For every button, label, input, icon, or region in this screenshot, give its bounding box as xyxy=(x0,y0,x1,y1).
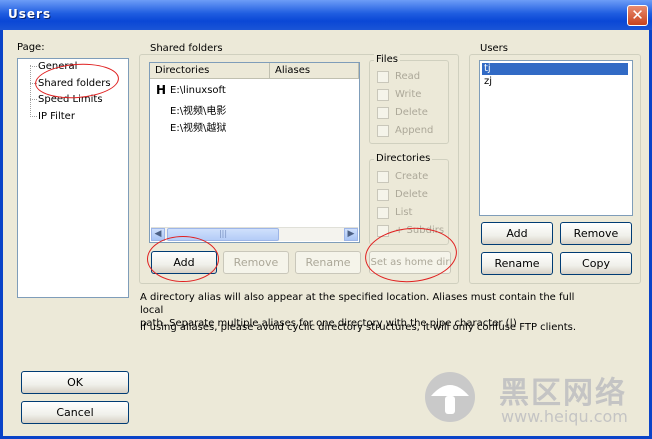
append-label: Append xyxy=(395,125,434,136)
tree-item-ip-filter[interactable]: IP Filter xyxy=(38,111,75,122)
delete-file-label: Delete xyxy=(395,107,428,118)
watermark-title: 黑区网络 xyxy=(499,376,627,411)
scroll-right-icon[interactable]: ▶ xyxy=(344,228,358,241)
rename-user-button[interactable]: Rename xyxy=(481,252,553,275)
remove-folder-button[interactable]: Remove xyxy=(223,251,289,274)
users-list[interactable]: tj zj xyxy=(479,60,633,216)
annotation-circle xyxy=(147,236,219,282)
page-label: Page: xyxy=(17,42,45,53)
directories-list[interactable]: Directories Aliases H E:\linuxsoft E:\视频… xyxy=(149,62,360,243)
dialog-client-area: Page: General Shared folders Speed Limit… xyxy=(3,30,649,436)
create-dir-checkbox[interactable] xyxy=(377,171,389,183)
list-label: List xyxy=(395,207,413,218)
delete-dir-label: Delete xyxy=(395,189,428,200)
window-title: Users xyxy=(8,7,52,21)
directories-group-label: Directories xyxy=(374,153,433,164)
user-item[interactable]: tj xyxy=(482,63,628,75)
create-dir-label: Create xyxy=(395,171,429,182)
delete-dir-checkbox[interactable] xyxy=(377,189,389,201)
column-header-aliases[interactable]: Aliases xyxy=(270,63,359,79)
watermark: 黑区网络 www.heiqu.com xyxy=(423,360,649,434)
copy-user-button[interactable]: Copy xyxy=(560,252,632,275)
dir-row-path[interactable]: E:\视频\电影 xyxy=(170,102,226,117)
delete-file-checkbox[interactable] xyxy=(377,107,389,119)
files-group-label: Files xyxy=(374,54,400,65)
add-user-button[interactable]: Add xyxy=(481,222,553,245)
home-dir-marker: H xyxy=(156,83,167,97)
alias-info-line: A directory alias will also appear at th… xyxy=(140,292,575,316)
close-icon[interactable]: ✕ xyxy=(627,5,648,26)
tree-connector xyxy=(30,66,37,67)
users-dialog-window: Users ✕ Page: General Shared folders Spe… xyxy=(0,0,652,439)
read-label: Read xyxy=(395,71,421,82)
files-permissions-group: Files Read Write Delete Append xyxy=(369,54,449,144)
user-item[interactable]: zj xyxy=(482,76,628,88)
column-header-directories[interactable]: Directories xyxy=(150,63,270,79)
remove-user-button[interactable]: Remove xyxy=(560,222,632,245)
watermark-url: www.heiqu.com xyxy=(501,407,628,426)
dir-row-path[interactable]: E:\linuxsoft xyxy=(170,85,226,96)
dir-row-path[interactable]: E:\视频\越狱 xyxy=(170,119,226,134)
write-checkbox[interactable] xyxy=(377,89,389,101)
tree-connector xyxy=(30,65,31,117)
cancel-button[interactable]: Cancel xyxy=(21,401,129,424)
cyclic-warning-text: If using aliases, please avoid cyclic di… xyxy=(140,322,577,333)
rename-folder-button[interactable]: Rename xyxy=(295,251,361,274)
shared-folders-group-label: Shared folders xyxy=(148,43,225,54)
write-label: Write xyxy=(395,89,422,100)
ok-button[interactable]: OK xyxy=(21,371,129,394)
read-checkbox[interactable] xyxy=(377,71,389,83)
users-group-label: Users xyxy=(478,43,511,54)
mushroom-logo-icon xyxy=(425,372,475,422)
append-checkbox[interactable] xyxy=(377,125,389,137)
title-bar[interactable]: Users ✕ xyxy=(0,0,652,30)
tree-connector xyxy=(30,116,37,117)
tree-connector xyxy=(30,99,37,100)
list-checkbox[interactable] xyxy=(377,207,389,219)
